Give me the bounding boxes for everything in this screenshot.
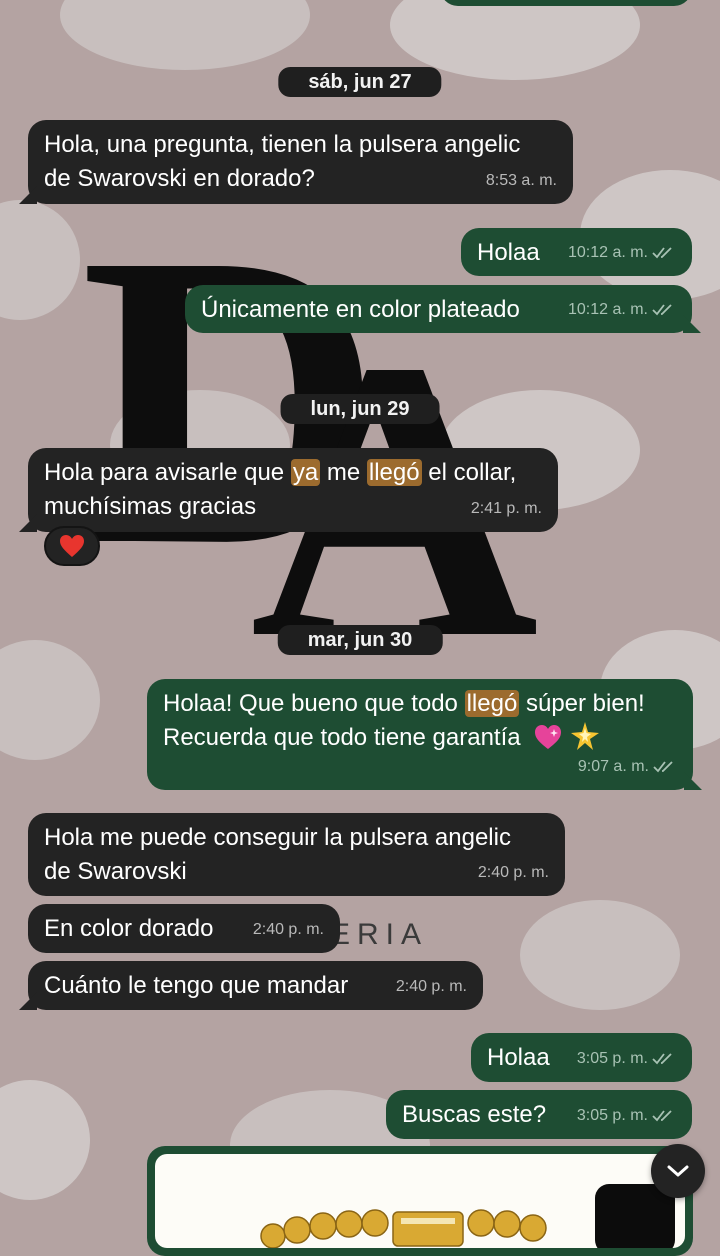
incoming-message[interactable]: Cuánto le tengo que mandar 2:40 p. m. <box>28 961 483 1010</box>
message-text-line: Holaa! Que bueno que todo llegó súper bi… <box>163 690 645 717</box>
read-receipt-icon <box>652 1053 672 1065</box>
heart-reaction[interactable] <box>44 526 100 566</box>
scroll-to-bottom-button[interactable] <box>651 1144 705 1198</box>
read-receipt-icon <box>652 1110 672 1122</box>
outgoing-message[interactable]: Buscas este? 3:05 p. m. <box>386 1090 692 1139</box>
message-time: 2:40 p. m. <box>252 921 324 938</box>
incoming-message[interactable]: Hola para avisarle que ya me llegó el co… <box>28 448 558 532</box>
message-time: 9:07 a. m. <box>578 750 677 784</box>
glowing-star-icon <box>570 722 599 750</box>
outgoing-message[interactable]: Holaa 3:05 p. m. <box>471 1033 692 1082</box>
message-time: 2:40 p. m. <box>395 978 467 995</box>
previous-message-bubble[interactable] <box>440 0 692 6</box>
chat-thread: sáb, jun 27 Hola, una pregunta, tienen l… <box>0 0 720 1256</box>
message-time: 8:53 a. m. <box>485 172 557 189</box>
search-highlight: ya <box>290 459 321 486</box>
message-time: 10:12 a. m. <box>568 293 676 327</box>
message-text-line: muchísimas gracias <box>44 493 257 520</box>
incoming-message[interactable]: Hola, una pregunta, tienen la pulsera an… <box>28 120 573 204</box>
red-heart-icon <box>60 535 84 557</box>
bracelet-photo[interactable] <box>155 1154 685 1248</box>
read-receipt-icon <box>652 247 672 259</box>
message-text-line: de Swarovski en dorado? <box>44 165 315 192</box>
message-time: 3:05 p. m. <box>577 1042 676 1076</box>
gold-bracelet-image <box>260 1184 675 1248</box>
search-highlight: llegó <box>366 459 422 486</box>
message-text-line: de Swarovski <box>44 858 187 885</box>
message-time: 3:05 p. m. <box>577 1099 676 1133</box>
message-time: 10:12 a. m. <box>568 236 676 270</box>
outgoing-message[interactable]: Únicamente en color plateado 10:12 a. m. <box>185 285 692 333</box>
message-time: 2:41 p. m. <box>470 500 542 517</box>
incoming-message[interactable]: Hola me puede conseguir la pulsera angel… <box>28 813 565 896</box>
sparkling-heart-icon <box>535 725 562 749</box>
date-separator: sáb, jun 27 <box>278 67 442 97</box>
read-receipt-icon <box>653 761 673 773</box>
search-highlight: llegó <box>464 690 520 717</box>
incoming-message[interactable]: En color dorado 2:40 p. m. <box>28 904 340 953</box>
message-text-line: Hola para avisarle que ya me llegó el co… <box>44 459 517 486</box>
image-message[interactable] <box>147 1146 693 1256</box>
chevron-down-icon <box>667 1165 689 1177</box>
message-text-line: Hola, una pregunta, tienen la pulsera an… <box>44 131 521 158</box>
date-separator: lun, jun 29 <box>280 394 440 424</box>
read-receipt-icon <box>652 304 672 316</box>
message-time: 2:40 p. m. <box>477 864 549 881</box>
outgoing-message[interactable]: Holaa 10:12 a. m. <box>461 228 692 276</box>
outgoing-message[interactable]: Holaa! Que bueno que todo llegó súper bi… <box>147 679 693 790</box>
message-text-line: Hola me puede conseguir la pulsera angel… <box>44 824 511 851</box>
date-separator: mar, jun 30 <box>277 625 443 655</box>
